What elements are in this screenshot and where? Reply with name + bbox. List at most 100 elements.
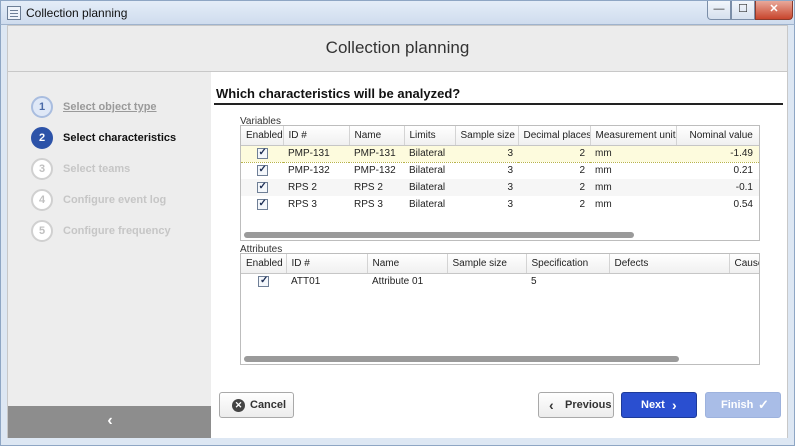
cell-decimal-places: 2: [579, 165, 585, 177]
window-titlebar[interactable]: Collection planning — ☐ ✕: [0, 0, 795, 25]
step-label: Select characteristics: [63, 132, 177, 144]
cell-nominal-value: -1.49: [676, 144, 759, 163]
step-label: Configure frequency: [63, 225, 171, 237]
page-title: Collection planning: [325, 38, 470, 57]
cell-name: RPS 3: [354, 199, 383, 210]
cell-nominal-value: 0.21: [733, 165, 753, 177]
chevron-left-icon: ‹: [549, 397, 554, 413]
cell-decimal-places: 2: [579, 199, 585, 210]
next-label: Next: [641, 399, 665, 411]
cell-limits: Bilateral: [404, 179, 455, 196]
step-label: Configure event log: [63, 194, 167, 206]
column-header-enabled[interactable]: Enabled: [241, 254, 287, 274]
table-row[interactable]: ATT01 Attribute 01 5: [241, 273, 759, 290]
enabled-checkbox[interactable]: [258, 275, 269, 288]
cancel-label: Cancel: [250, 399, 287, 411]
column-header-id[interactable]: ID #: [286, 254, 368, 274]
cell-id: RPS 3: [288, 199, 317, 210]
cell-name: Attribute 01: [372, 276, 424, 288]
heading-divider: [214, 103, 783, 105]
column-header-id[interactable]: ID #: [283, 126, 350, 146]
cell-specification: 5: [531, 276, 537, 288]
cell-defects: [609, 273, 729, 290]
step-label: Select teams: [63, 163, 131, 175]
cell-limits: Bilateral: [409, 165, 446, 177]
previous-button[interactable]: ‹ Previous: [538, 392, 614, 418]
column-header-name[interactable]: Name: [349, 126, 405, 146]
chevron-left-icon: ‹: [107, 412, 113, 429]
cell-unit: mm: [590, 144, 676, 163]
step-number: 4: [31, 189, 53, 211]
window-title: Collection planning: [26, 6, 128, 20]
cell-limits: Bilateral: [404, 144, 455, 163]
column-header-specification[interactable]: Specification: [526, 254, 610, 274]
chevron-right-icon: ›: [672, 397, 677, 413]
wizard-steps-sidebar: 1 Select object type 2 Select characteri…: [7, 72, 212, 438]
column-header-enabled[interactable]: Enabled: [241, 126, 284, 146]
cell-sample-size: [447, 273, 526, 290]
finish-button[interactable]: Finish ✓: [705, 392, 781, 418]
next-button[interactable]: Next ›: [621, 392, 697, 418]
attributes-horizontal-scrollbar[interactable]: [244, 356, 679, 362]
column-header-defects[interactable]: Defects: [609, 254, 730, 274]
variables-header-row: Enabled ID # Name Limits Sample size Dec…: [241, 126, 759, 146]
cancel-button[interactable]: ✕ Cancel: [219, 392, 294, 418]
checkmark-icon: ✓: [758, 397, 769, 412]
step-number: 5: [31, 220, 53, 242]
cell-name: PMP-131: [349, 144, 404, 163]
cell-decimal-places: 2: [518, 179, 590, 196]
cell-cause: [729, 273, 759, 290]
table-row[interactable]: PMP-131 PMP-131 Bilateral 3 2 mm -1.49: [241, 144, 759, 163]
cell-name: PMP-132: [354, 165, 396, 177]
variables-horizontal-scrollbar[interactable]: [244, 232, 634, 238]
cancel-icon: ✕: [232, 399, 245, 412]
column-header-nominal-value[interactable]: Nominal value: [676, 126, 759, 146]
section-heading: Which characteristics will be analyzed?: [216, 86, 461, 101]
wizard-header: Collection planning: [7, 25, 788, 72]
previous-label: Previous: [565, 399, 612, 411]
column-header-sample-size[interactable]: Sample size: [447, 254, 527, 274]
table-row[interactable]: RPS 2 RPS 2 Bilateral 3 2 mm -0.1: [241, 179, 759, 196]
enabled-checkbox[interactable]: [256, 181, 268, 193]
cell-sample-size: 3: [455, 144, 518, 163]
step-number: 3: [31, 158, 53, 180]
cell-name: RPS 2: [349, 179, 404, 196]
cell-sample-size: 3: [455, 179, 518, 196]
enabled-checkbox[interactable]: [256, 147, 268, 159]
attributes-grid[interactable]: Enabled ID # Name Sample size Specificat…: [240, 253, 760, 365]
cell-sample-size: 3: [507, 165, 513, 177]
column-header-limits[interactable]: Limits: [404, 126, 456, 146]
cell-id: PMP-132: [288, 165, 330, 177]
cell-nominal-value: 0.54: [733, 199, 753, 210]
cell-sample-size: 3: [507, 199, 513, 210]
cell-decimal-places: 2: [518, 144, 590, 163]
cell-id: RPS 2: [283, 179, 349, 196]
variables-grid[interactable]: Enabled ID # Name Limits Sample size Dec…: [240, 125, 760, 241]
column-header-decimal-places[interactable]: Decimal places: [518, 126, 591, 146]
step-number: 2: [31, 127, 53, 149]
close-button[interactable]: ✕: [755, 1, 793, 20]
cell-nominal-value: -0.1: [676, 179, 759, 196]
finish-label: Finish: [721, 399, 754, 411]
wizard-content: Which characteristics will be analyzed? …: [211, 72, 788, 438]
minimize-button[interactable]: —: [707, 1, 731, 20]
column-header-cause[interactable]: Cause: [729, 254, 759, 274]
maximize-button[interactable]: ☐: [731, 1, 755, 20]
step-label: Select object type: [63, 101, 157, 113]
cell-unit: mm: [595, 165, 612, 177]
app-icon: [7, 6, 21, 20]
column-header-name[interactable]: Name: [367, 254, 448, 274]
attributes-header-row: Enabled ID # Name Sample size Specificat…: [241, 254, 759, 274]
cell-unit: mm: [595, 199, 612, 210]
collapse-sidebar-button[interactable]: ‹: [8, 406, 212, 438]
column-header-measurement-unit[interactable]: Measurement unit: [590, 126, 677, 146]
table-row[interactable]: RPS 3 RPS 3 Bilateral 3 2 mm 0.54: [241, 196, 759, 213]
column-header-sample-size[interactable]: Sample size: [455, 126, 519, 146]
cell-id: PMP-131: [283, 144, 349, 163]
table-row[interactable]: PMP-132 PMP-132 Bilateral 3 2 mm 0.21: [241, 162, 759, 179]
enabled-checkbox[interactable]: [256, 164, 268, 177]
step-number: 1: [31, 96, 53, 118]
cell-limits: Bilateral: [409, 199, 446, 210]
enabled-checkbox[interactable]: [256, 198, 268, 210]
cell-unit: mm: [590, 179, 676, 196]
